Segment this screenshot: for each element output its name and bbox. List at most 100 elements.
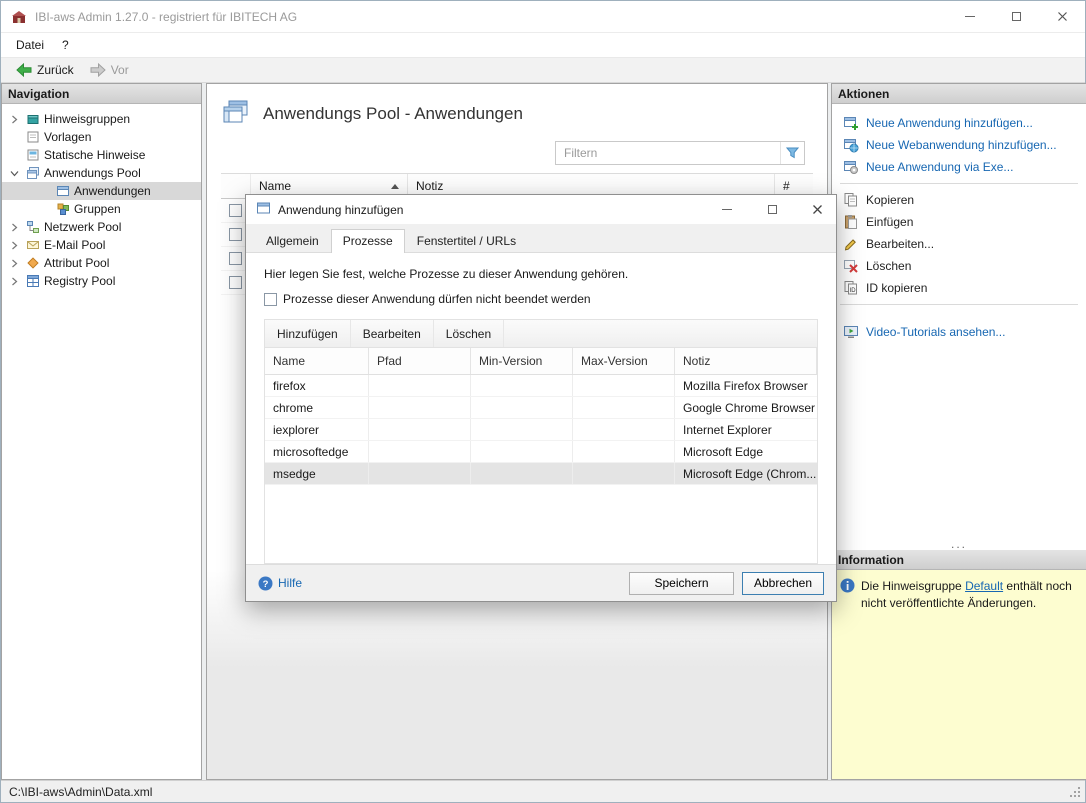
dialog-description: Hier legen Sie fest, welche Prozesse zu … (264, 267, 818, 281)
nav-item-email-pool[interactable]: E-Mail Pool (2, 236, 201, 254)
chevron-right-icon[interactable] (8, 259, 21, 268)
dialog-minimize-button[interactable] (708, 195, 746, 224)
nav-item-vorlagen[interactable]: Vorlagen (2, 128, 201, 146)
column-header-pfad[interactable]: Pfad (369, 348, 471, 374)
action-copy[interactable]: Kopieren (832, 189, 1086, 211)
dialog-close-button[interactable] (798, 195, 836, 224)
save-button[interactable]: Speichern (629, 572, 734, 595)
nav-item-anwendungs-pool[interactable]: Anwendungs Pool (2, 164, 201, 182)
row-checkbox[interactable] (229, 252, 242, 265)
window-title: IBI-aws Admin 1.27.0 - registriert für I… (35, 10, 947, 24)
nav-item-hinweisgruppen[interactable]: Hinweisgruppen (2, 110, 201, 128)
nav-item-registry-pool[interactable]: Registry Pool (2, 272, 201, 290)
nav-item-statische-hinweise[interactable]: Statische Hinweise (2, 146, 201, 164)
info-icon (840, 578, 855, 596)
forward-button[interactable]: Vor (83, 61, 136, 79)
add-process-button[interactable]: Hinzufügen (265, 320, 351, 347)
kill-processes-checkbox[interactable] (264, 293, 277, 306)
action-new-web-application[interactable]: Neue Webanwendung hinzufügen... (832, 134, 1086, 156)
registry-pool-icon (25, 274, 40, 288)
chevron-down-icon[interactable] (8, 169, 21, 178)
row-checkbox[interactable] (229, 204, 242, 217)
dialog-tabs: Allgemein Prozesse Fenstertitel / URLs (246, 224, 836, 253)
cell-min-version (471, 463, 573, 484)
cell-min-version (471, 419, 573, 440)
process-row[interactable]: chrome Google Chrome Browser (265, 397, 817, 419)
process-toolbar: Hinzufügen Bearbeiten Löschen (264, 319, 818, 348)
splitter-handle[interactable]: ... (832, 540, 1086, 548)
action-new-application[interactable]: Neue Anwendung hinzufügen... (832, 112, 1086, 134)
nav-item-attribut-pool[interactable]: Attribut Pool (2, 254, 201, 272)
column-header-max-version[interactable]: Max-Version (573, 348, 675, 374)
process-row[interactable]: iexplorer Internet Explorer (265, 419, 817, 441)
help-button[interactable]: ? Hilfe (258, 576, 621, 591)
email-pool-icon (25, 238, 40, 252)
maximize-button[interactable] (993, 1, 1039, 32)
cell-notiz: Microsoft Edge (Chrom... (675, 463, 817, 484)
close-icon (1057, 11, 1068, 22)
process-row-selected[interactable]: msedge Microsoft Edge (Chrom... (265, 463, 817, 485)
nav-item-netzwerk-pool[interactable]: Netzwerk Pool (2, 218, 201, 236)
cell-pfad (369, 441, 471, 462)
cell-name: chrome (265, 397, 369, 418)
resize-grip-icon[interactable] (1069, 786, 1081, 798)
help-icon: ? (258, 576, 273, 591)
close-icon (812, 204, 823, 215)
action-delete[interactable]: Löschen (832, 255, 1086, 277)
back-arrow-icon (16, 63, 32, 77)
cell-max-version (573, 463, 675, 484)
actions-header: Aktionen (832, 84, 1086, 104)
nav-item-anwendungen[interactable]: Anwendungen (2, 182, 201, 200)
chevron-right-icon[interactable] (8, 115, 21, 124)
chevron-right-icon[interactable] (8, 277, 21, 286)
video-tutorials-icon (842, 324, 859, 340)
cell-max-version (573, 375, 675, 396)
statusbar: C:\IBI-aws\Admin\Data.xml (1, 780, 1085, 802)
row-checkbox[interactable] (229, 228, 242, 241)
netzwerk-pool-icon (25, 220, 40, 234)
filter-funnel-icon[interactable] (780, 142, 804, 164)
navigation-header: Navigation (2, 84, 201, 104)
close-button[interactable] (1039, 1, 1085, 32)
dialog-footer: ? Hilfe Speichern Abbrechen (246, 564, 836, 601)
svg-text:ID: ID (849, 288, 856, 294)
gruppen-icon (55, 202, 70, 216)
page-header: Anwendungs Pool - Anwendungen (207, 84, 827, 135)
chevron-right-icon[interactable] (8, 241, 21, 250)
process-row[interactable]: microsoftedge Microsoft Edge (265, 441, 817, 463)
nav-item-gruppen[interactable]: Gruppen (2, 200, 201, 218)
actions-list: Neue Anwendung hinzufügen... Neue Webanw… (832, 104, 1086, 550)
tab-allgemein[interactable]: Allgemein (254, 229, 331, 253)
filter-input[interactable] (556, 146, 780, 160)
action-new-application-via-exe[interactable]: Neue Anwendung via Exe... (832, 156, 1086, 178)
dialog-icon (256, 201, 271, 218)
maximize-icon (768, 205, 777, 214)
menu-item-help[interactable]: ? (53, 33, 78, 57)
column-header-min-version[interactable]: Min-Version (471, 348, 573, 374)
edit-process-button[interactable]: Bearbeiten (351, 320, 434, 347)
hinweisgruppen-icon (25, 112, 40, 126)
default-group-link[interactable]: Default (965, 579, 1003, 593)
new-application-icon (842, 115, 859, 131)
back-button[interactable]: Zurück (9, 61, 81, 79)
action-edit[interactable]: Bearbeiten... (832, 233, 1086, 255)
process-row[interactable]: firefox Mozilla Firefox Browser (265, 375, 817, 397)
statische-hinweise-icon (25, 148, 40, 162)
action-copy-id[interactable]: ID ID kopieren (832, 277, 1086, 299)
column-header-notiz[interactable]: Notiz (675, 348, 817, 374)
video-tutorials-link[interactable]: Video-Tutorials ansehen... (832, 321, 1086, 343)
action-paste[interactable]: Einfügen (832, 211, 1086, 233)
row-checkbox[interactable] (229, 276, 242, 289)
menu-item-datei[interactable]: Datei (7, 33, 53, 57)
information-header: Information (832, 550, 1086, 570)
cancel-button[interactable]: Abbrechen (742, 572, 824, 595)
minimize-button[interactable] (947, 1, 993, 32)
delete-process-button[interactable]: Löschen (434, 320, 504, 347)
dialog-maximize-button[interactable] (753, 195, 791, 224)
chevron-right-icon[interactable] (8, 223, 21, 232)
tab-fenstertitel-urls[interactable]: Fenstertitel / URLs (405, 229, 528, 253)
tab-prozesse[interactable]: Prozesse (331, 229, 405, 253)
cell-notiz: Internet Explorer (675, 419, 817, 440)
cell-name: microsoftedge (265, 441, 369, 462)
column-header-name[interactable]: Name (265, 348, 369, 374)
